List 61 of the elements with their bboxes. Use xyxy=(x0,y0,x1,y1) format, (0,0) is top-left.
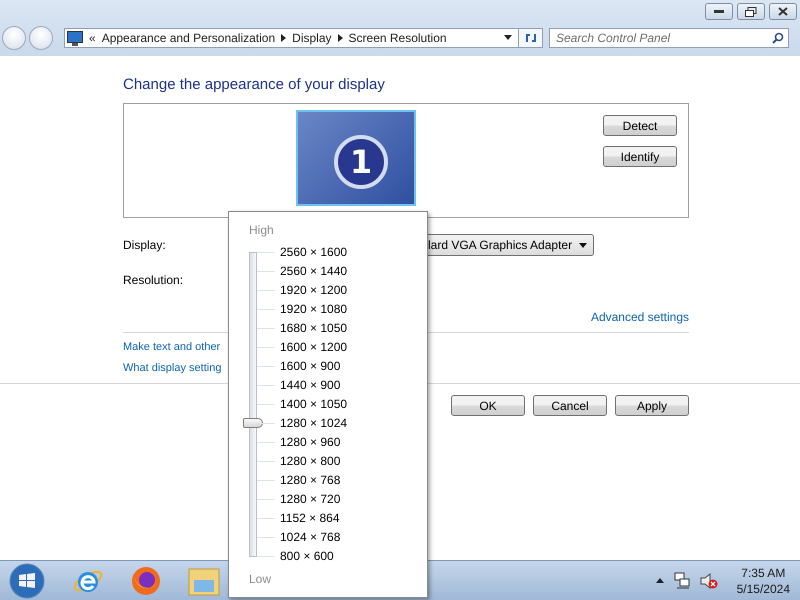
muted-speaker-icon[interactable] xyxy=(700,572,718,590)
overflow-chevron[interactable]: « xyxy=(89,31,96,45)
resolution-option[interactable]: 2560 × 1440 xyxy=(280,262,348,281)
address-bar[interactable]: « Appearance and Personalization Display Screen Resolution xyxy=(64,28,519,48)
help-link[interactable]: What display setting xyxy=(123,362,222,374)
resolution-option[interactable]: 1280 × 768 xyxy=(280,471,348,490)
breadcrumb[interactable]: Display xyxy=(292,31,332,45)
minimize-button[interactable] xyxy=(705,3,733,20)
resolution-option[interactable]: 800 × 600 xyxy=(280,547,348,566)
resolution-option[interactable]: 1680 × 1050 xyxy=(280,319,348,338)
separator-arrow-icon[interactable] xyxy=(281,34,286,42)
dialog-button[interactable]: OK xyxy=(451,395,525,416)
close-icon xyxy=(778,7,788,16)
search-field[interactable]: Search Control Panel xyxy=(549,28,789,48)
resolution-option[interactable]: 1400 × 1050 xyxy=(280,395,348,414)
low-label: Low xyxy=(249,571,272,587)
display-dropdown[interactable]: lard VGA Graphics Adapter xyxy=(428,234,594,256)
start-button[interactable] xyxy=(8,562,46,600)
resolution-option[interactable]: 1280 × 720 xyxy=(280,490,348,509)
resolution-option[interactable]: 1280 × 1024 xyxy=(280,414,348,433)
minimize-icon xyxy=(714,10,724,14)
dropdown-arrow-icon xyxy=(579,242,587,248)
refresh-icon xyxy=(524,32,538,44)
advanced-settings-link[interactable]: Advanced settings xyxy=(590,310,689,324)
separator-arrow-icon[interactable] xyxy=(338,34,343,42)
resolution-option[interactable]: 1600 × 1200 xyxy=(280,338,348,357)
slider-thumb[interactable] xyxy=(243,418,263,428)
restore-button[interactable] xyxy=(737,3,765,20)
action-button[interactable]: Detect xyxy=(603,115,677,136)
resolution-option[interactable]: 1280 × 960 xyxy=(280,433,348,452)
field-label: Resolution: xyxy=(123,273,184,287)
restore-icon xyxy=(745,6,757,16)
breadcrumb[interactable]: Screen Resolution xyxy=(348,31,447,45)
high-label: High xyxy=(249,222,275,238)
help-link[interactable]: Make text and other xyxy=(123,341,220,353)
fox-browser-icon[interactable] xyxy=(130,564,162,596)
resolution-option[interactable]: 1280 × 800 xyxy=(280,452,348,471)
resolution-option[interactable]: 1600 × 900 xyxy=(280,357,348,376)
breadcrumb[interactable]: Appearance and Personalization xyxy=(102,31,276,45)
clock-date[interactable]: 5/15/2024 xyxy=(736,580,790,596)
refresh-button[interactable] xyxy=(519,28,543,48)
search-icon[interactable] xyxy=(772,32,784,44)
resolution-option[interactable]: 1920 × 1080 xyxy=(280,300,348,319)
monitor-number: 1 xyxy=(334,135,388,189)
resolution-option[interactable]: 2560 × 1600 xyxy=(280,243,348,262)
resolution-option[interactable]: 1152 × 864 xyxy=(280,509,348,528)
close-button[interactable] xyxy=(769,3,797,20)
dialog-button[interactable]: Apply xyxy=(615,395,689,416)
resolution-option[interactable]: 1920 × 1200 xyxy=(280,281,348,300)
clock-time[interactable]: 7:35 AM xyxy=(741,564,786,580)
resolution-option[interactable]: 1440 × 900 xyxy=(280,376,348,395)
monitor-thumbnail[interactable]: 1 xyxy=(296,110,416,206)
action-button[interactable]: Identify xyxy=(603,146,677,167)
show-hidden-icons-icon[interactable] xyxy=(656,578,664,583)
field-label: Display: xyxy=(123,238,167,252)
page-heading: Change the appearance of your display xyxy=(123,76,386,93)
network-icon[interactable] xyxy=(672,572,691,590)
dialog-button[interactable]: Cancel xyxy=(533,395,607,416)
resolution-option[interactable]: 1024 × 768 xyxy=(280,528,348,547)
dropdown-arrow-icon[interactable] xyxy=(504,35,512,40)
monitor-icon xyxy=(67,30,83,46)
